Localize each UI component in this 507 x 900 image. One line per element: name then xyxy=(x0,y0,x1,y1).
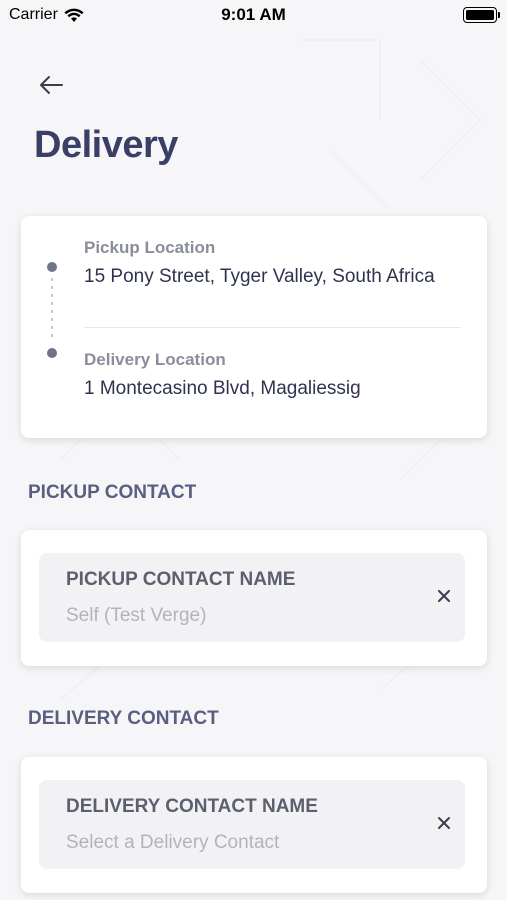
status-bar: Carrier 9:01 AM xyxy=(0,0,507,30)
delivery-contact-label: DELIVERY CONTACT NAME xyxy=(66,796,318,817)
pickup-contact-label: PICKUP CONTACT NAME xyxy=(66,569,296,590)
pickup-location[interactable]: Pickup Location 15 Pony Street, Tyger Va… xyxy=(84,238,461,287)
route-divider xyxy=(84,327,461,328)
pickup-location-label: Pickup Location xyxy=(84,238,216,257)
delivery-contact-clear-button[interactable] xyxy=(431,810,457,836)
pickup-contact-card: PICKUP CONTACT NAME Self (Test Verge) xyxy=(21,530,487,666)
delivery-location-label: Delivery Location xyxy=(84,350,226,369)
route-timeline xyxy=(47,262,57,358)
route-dotted-line xyxy=(51,278,53,342)
delivery-location[interactable]: Delivery Location 1 Montecasino Blvd, Ma… xyxy=(84,350,461,399)
delivery-dot-icon xyxy=(47,348,57,358)
delivery-location-value: 1 Montecasino Blvd, Magaliessig xyxy=(84,378,361,399)
pickup-contact-clear-button[interactable] xyxy=(431,583,457,609)
page-title: Delivery xyxy=(34,124,178,166)
delivery-contact-field[interactable]: DELIVERY CONTACT NAME Select a Delivery … xyxy=(39,780,465,869)
pickup-contact-heading: PICKUP CONTACT xyxy=(28,482,197,503)
route-card: Pickup Location 15 Pony Street, Tyger Va… xyxy=(21,216,487,438)
close-icon xyxy=(438,817,450,829)
pickup-contact-value: Self (Test Verge) xyxy=(66,605,207,626)
battery-icon xyxy=(463,7,500,23)
status-time: 9:01 AM xyxy=(221,5,286,24)
delivery-contact-heading: DELIVERY CONTACT xyxy=(28,708,219,729)
pickup-contact-field[interactable]: PICKUP CONTACT NAME Self (Test Verge) xyxy=(39,553,465,642)
pickup-location-value: 15 Pony Street, Tyger Valley, South Afri… xyxy=(84,266,435,287)
pickup-dot-icon xyxy=(47,262,57,272)
delivery-contact-placeholder: Select a Delivery Contact xyxy=(66,832,280,853)
close-icon xyxy=(438,590,450,602)
delivery-contact-card: DELIVERY CONTACT NAME Select a Delivery … xyxy=(21,757,487,893)
arrow-left-icon xyxy=(40,76,63,94)
back-button[interactable] xyxy=(36,70,66,100)
